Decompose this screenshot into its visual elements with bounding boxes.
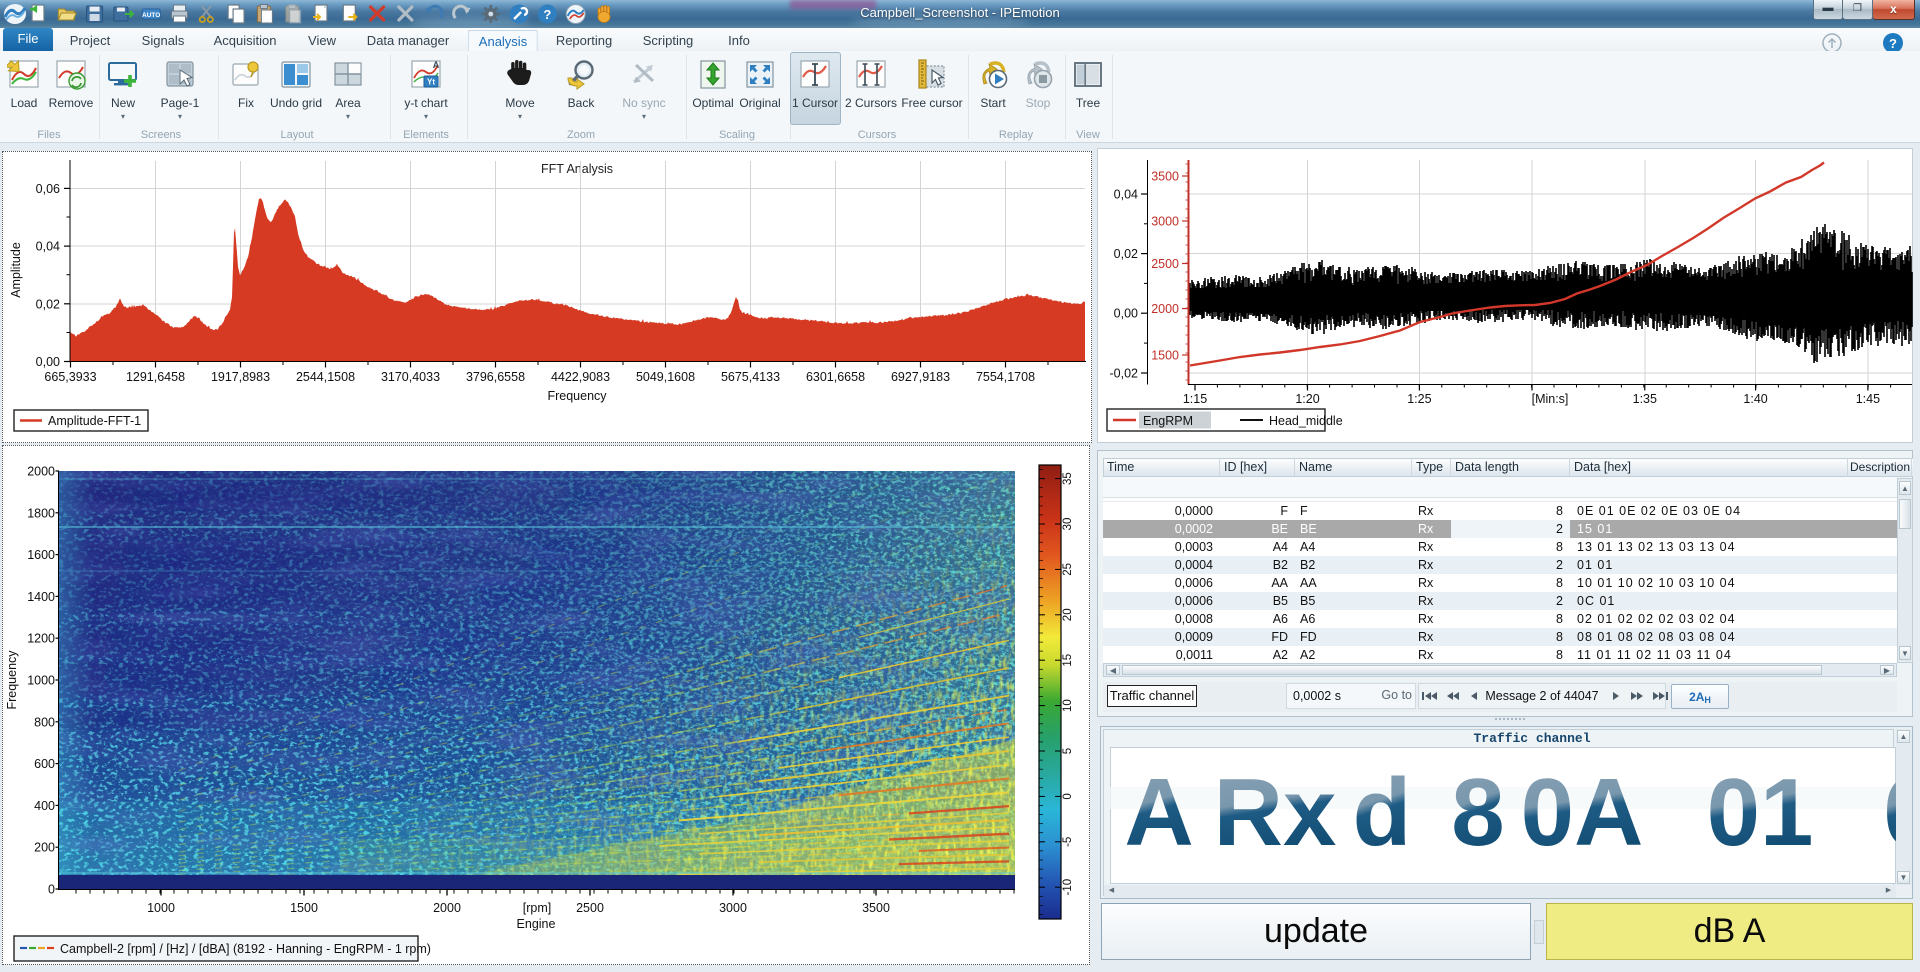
svg-text:0: 0 [1062, 793, 1074, 799]
svg-text:2000: 2000 [1151, 302, 1179, 316]
svg-text:1:35: 1:35 [1633, 392, 1657, 406]
svg-text:Yt: Yt [427, 78, 435, 87]
svg-text:0,04: 0,04 [36, 240, 60, 254]
svg-text:2500: 2500 [576, 901, 604, 915]
svg-text:[rpm]: [rpm] [523, 901, 551, 915]
svg-text:20: 20 [1062, 608, 1074, 621]
svg-text:5: 5 [1062, 748, 1074, 754]
svg-text:800: 800 [34, 715, 55, 729]
svg-text:Frequency: Frequency [547, 389, 607, 403]
svg-text:400: 400 [34, 799, 55, 813]
svg-text:0A: 0A [1521, 759, 1644, 866]
svg-text:0,02: 0,02 [36, 297, 60, 311]
svg-text:0,00: 0,00 [36, 355, 60, 369]
svg-text:FFT Analysis: FFT Analysis [541, 162, 613, 176]
svg-text:2000: 2000 [433, 901, 461, 915]
svg-text:1400: 1400 [27, 590, 55, 604]
svg-text:3000: 3000 [719, 901, 747, 915]
svg-text:Amplitude: Amplitude [9, 242, 23, 298]
svg-text:1291,6458: 1291,6458 [126, 370, 185, 384]
svg-text:1000: 1000 [147, 901, 175, 915]
svg-text:Rx: Rx [1214, 759, 1337, 866]
svg-text:1:45: 1:45 [1856, 392, 1880, 406]
svg-text:35: 35 [1062, 472, 1074, 485]
svg-text:0,00: 0,00 [1114, 307, 1138, 321]
svg-text:1:40: 1:40 [1743, 392, 1767, 406]
svg-text:0: 0 [48, 883, 55, 897]
svg-text:1500: 1500 [290, 901, 318, 915]
svg-text:1:15: 1:15 [1183, 392, 1207, 406]
svg-text:6927,9183: 6927,9183 [891, 370, 950, 384]
svg-text:30: 30 [1062, 518, 1074, 531]
svg-text:0,04: 0,04 [1114, 188, 1138, 202]
svg-text:?: ? [1889, 36, 1897, 51]
svg-text:EngRPM: EngRPM [1143, 414, 1193, 428]
svg-text:-0,02: -0,02 [1110, 367, 1139, 381]
svg-text:4422,9083: 4422,9083 [551, 370, 610, 384]
svg-text:1:20: 1:20 [1295, 392, 1319, 406]
svg-text:2000: 2000 [27, 465, 55, 479]
svg-text:1600: 1600 [27, 548, 55, 562]
svg-text:A: A [1124, 759, 1193, 866]
svg-text:665,3933: 665,3933 [44, 370, 96, 384]
svg-text:-10: -10 [1062, 879, 1074, 896]
svg-text:1000: 1000 [27, 674, 55, 688]
svg-text:2544,1508: 2544,1508 [296, 370, 355, 384]
svg-text:6301,6658: 6301,6658 [806, 370, 865, 384]
svg-text:1200: 1200 [27, 632, 55, 646]
svg-text:600: 600 [34, 757, 55, 771]
svg-text:0,02: 0,02 [1114, 247, 1138, 261]
svg-text:Head_middle: Head_middle [1269, 414, 1343, 428]
svg-text:2500: 2500 [1151, 257, 1179, 271]
svg-text:A: A [433, 60, 440, 70]
svg-text:3500: 3500 [1151, 170, 1179, 184]
svg-text:1917,8983: 1917,8983 [211, 370, 270, 384]
svg-text:1800: 1800 [27, 506, 55, 520]
svg-text:200: 200 [34, 841, 55, 855]
svg-text:Engine: Engine [517, 917, 556, 931]
svg-text:3000: 3000 [1151, 215, 1179, 229]
svg-text:8: 8 [1451, 759, 1504, 866]
svg-text:3796,6558: 3796,6558 [466, 370, 525, 384]
svg-text:Amplitude-FFT-1: Amplitude-FFT-1 [48, 414, 141, 428]
svg-text:[Min:s]: [Min:s] [1532, 392, 1569, 406]
svg-text:10: 10 [1062, 699, 1074, 712]
svg-text:15: 15 [1062, 654, 1074, 667]
svg-text:01: 01 [1707, 759, 1814, 866]
svg-text:-5: -5 [1062, 837, 1074, 847]
svg-text:3500: 3500 [862, 901, 890, 915]
svg-text:5049,1608: 5049,1608 [636, 370, 695, 384]
svg-text:0: 0 [1883, 759, 1896, 866]
svg-text:Campbell-2 [rpm] / [Hz] / [dBA: Campbell-2 [rpm] / [Hz] / [dBA] (8192 - … [60, 942, 431, 956]
svg-text:5675,4133: 5675,4133 [721, 370, 780, 384]
svg-text:25: 25 [1062, 563, 1074, 576]
svg-text:Frequency: Frequency [5, 650, 19, 710]
svg-text:1:25: 1:25 [1407, 392, 1431, 406]
svg-text:1500: 1500 [1151, 349, 1179, 363]
svg-text:3170,4033: 3170,4033 [381, 370, 440, 384]
svg-text:d: d [1353, 759, 1412, 866]
svg-text:7554,1708: 7554,1708 [976, 370, 1035, 384]
svg-text:0,06: 0,06 [36, 182, 60, 196]
